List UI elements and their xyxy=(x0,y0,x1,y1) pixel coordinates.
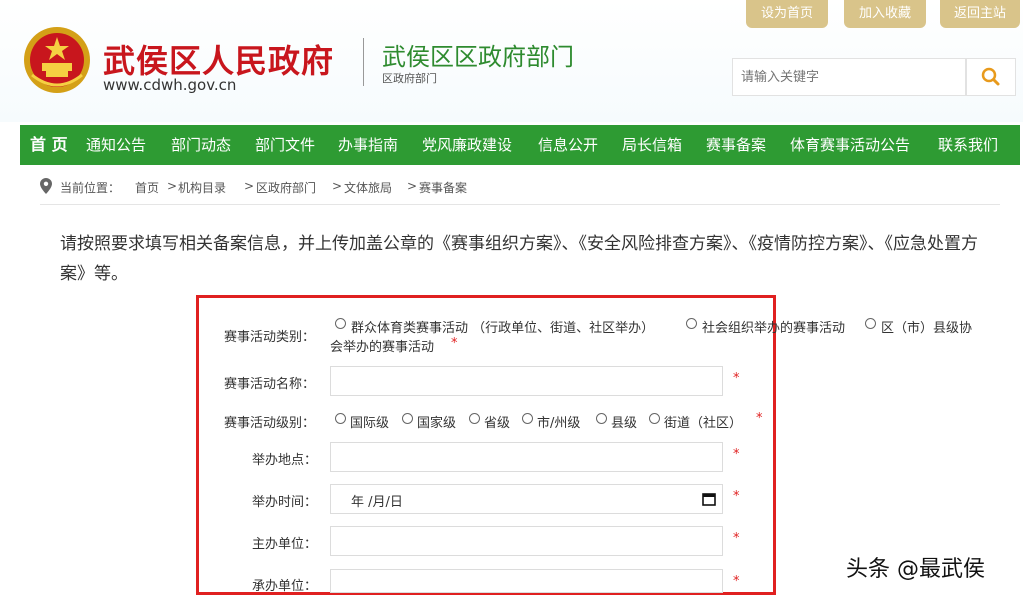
required-mark: * xyxy=(733,489,740,504)
required-mark: * xyxy=(451,336,458,351)
back-main-link[interactable]: 返回主站 xyxy=(940,0,1020,28)
nav-item-guide[interactable]: 办事指南 xyxy=(338,125,398,165)
search-input[interactable] xyxy=(732,58,966,96)
organizer-label: 承办单位： xyxy=(252,579,318,594)
organizer-input[interactable] xyxy=(330,569,723,593)
breadcrumb-catalog[interactable]: 机构目录 xyxy=(178,179,226,196)
time-label: 举办时间： xyxy=(252,495,318,510)
search-button[interactable] xyxy=(966,58,1016,96)
category-label: 赛事活动类别： xyxy=(224,330,316,345)
category-option-mass: 群众体育类赛事活动 （行政单位、街道、社区举办） xyxy=(351,321,655,336)
add-favorite-link[interactable]: 加入收藏 xyxy=(844,0,926,28)
dept-subtitle: 区政府部门 xyxy=(382,72,437,85)
level-label: 赛事活动级别： xyxy=(224,416,316,431)
breadcrumb-bureau[interactable]: 文体旅局 xyxy=(344,179,392,196)
host-label: 主办单位： xyxy=(252,537,318,552)
location-pin-icon xyxy=(40,178,52,194)
nav-item-dept-news[interactable]: 部门动态 xyxy=(171,125,231,165)
nav-item-info[interactable]: 信息公开 xyxy=(538,125,598,165)
host-input[interactable] xyxy=(330,526,723,556)
level-radio-city[interactable] xyxy=(522,413,533,424)
event-name-label: 赛事活动名称： xyxy=(224,377,316,392)
instruction-text: 请按照要求填写相关备案信息，并上传加盖公章的《赛事组织方案》、《安全风险排查方案… xyxy=(60,234,978,284)
national-emblem-icon xyxy=(24,27,90,93)
breadcrumb-separator: > xyxy=(244,179,255,193)
breadcrumb-separator: > xyxy=(332,179,343,193)
category-option-county-cont: 会举办的赛事活动 xyxy=(330,340,435,355)
nav-item-dept-files[interactable]: 部门文件 xyxy=(255,125,315,165)
search-icon xyxy=(981,67,1000,86)
required-mark: * xyxy=(733,531,740,546)
category-radio-county[interactable] xyxy=(865,318,876,329)
breadcrumb-separator: > xyxy=(167,179,178,193)
level-option-provincial: 省级 xyxy=(484,416,511,431)
category-option-social: 社会组织举办的赛事活动 xyxy=(702,321,846,336)
breadcrumb-current: 赛事备案 xyxy=(419,181,468,195)
level-radio-national[interactable] xyxy=(402,413,413,424)
level-radio-provincial[interactable] xyxy=(469,413,480,424)
nav-item-mailbox[interactable]: 局长信箱 xyxy=(622,125,682,165)
level-radio-international[interactable] xyxy=(335,413,346,424)
level-option-national: 国家级 xyxy=(417,416,457,431)
category-option-county: 区（市）县级协 xyxy=(881,321,973,336)
breadcrumb: 当前位置： 首页 > 机构目录 > 区政府部门 > 文体旅局 > 赛事备案 xyxy=(40,170,1000,205)
location-label: 举办地点： xyxy=(252,453,318,468)
level-radio-county[interactable] xyxy=(596,413,607,424)
required-mark: * xyxy=(733,447,740,462)
watermark: 头条 @最武侯 xyxy=(846,557,985,582)
required-mark: * xyxy=(756,411,763,426)
level-option-county: 县级 xyxy=(611,416,638,431)
date-input-value: 年 /月/日 xyxy=(351,495,403,510)
location-input[interactable] xyxy=(330,442,723,472)
set-home-link[interactable]: 设为首页 xyxy=(746,0,828,28)
dept-title: 武侯区区政府部门 xyxy=(382,43,574,71)
nav-item-event-filing[interactable]: 赛事备案 xyxy=(706,125,766,165)
level-option-international: 国际级 xyxy=(350,416,390,431)
level-option-street: 街道（社区） xyxy=(664,416,743,431)
site-header: 设为首页 加入收藏 返回主站 武侯区人民政府 www.cdwh.gov.cn 武… xyxy=(0,0,1023,122)
nav-item-contact[interactable]: 联系我们 xyxy=(938,125,998,165)
level-radio-street[interactable] xyxy=(649,413,660,424)
nav-item-notices[interactable]: 通知公告 xyxy=(86,125,146,165)
event-name-input[interactable] xyxy=(330,366,723,396)
site-url: www.cdwh.gov.cn xyxy=(103,76,237,94)
breadcrumb-home[interactable]: 首页 xyxy=(135,179,159,196)
category-radio-social[interactable] xyxy=(686,318,697,329)
breadcrumb-prefix: 当前位置： xyxy=(60,181,121,195)
nav-item-sports-notice[interactable]: 体育赛事活动公告 xyxy=(790,125,910,165)
breadcrumb-dept[interactable]: 区政府部门 xyxy=(256,179,316,196)
header-divider xyxy=(363,38,364,86)
date-input[interactable]: 年 /月/日 xyxy=(330,484,723,514)
main-nav: 首 页 通知公告 部门动态 部门文件 办事指南 党风廉政建设 信息公开 局长信箱… xyxy=(20,125,1020,165)
category-radio-mass[interactable] xyxy=(335,318,346,329)
nav-item-integrity[interactable]: 党风廉政建设 xyxy=(422,125,512,165)
breadcrumb-separator: > xyxy=(407,179,418,193)
required-mark: * xyxy=(733,574,740,589)
required-mark: * xyxy=(733,371,740,386)
calendar-icon[interactable] xyxy=(702,492,716,506)
level-option-city: 市/州级 xyxy=(537,416,581,431)
nav-item-home[interactable]: 首 页 xyxy=(30,125,68,165)
